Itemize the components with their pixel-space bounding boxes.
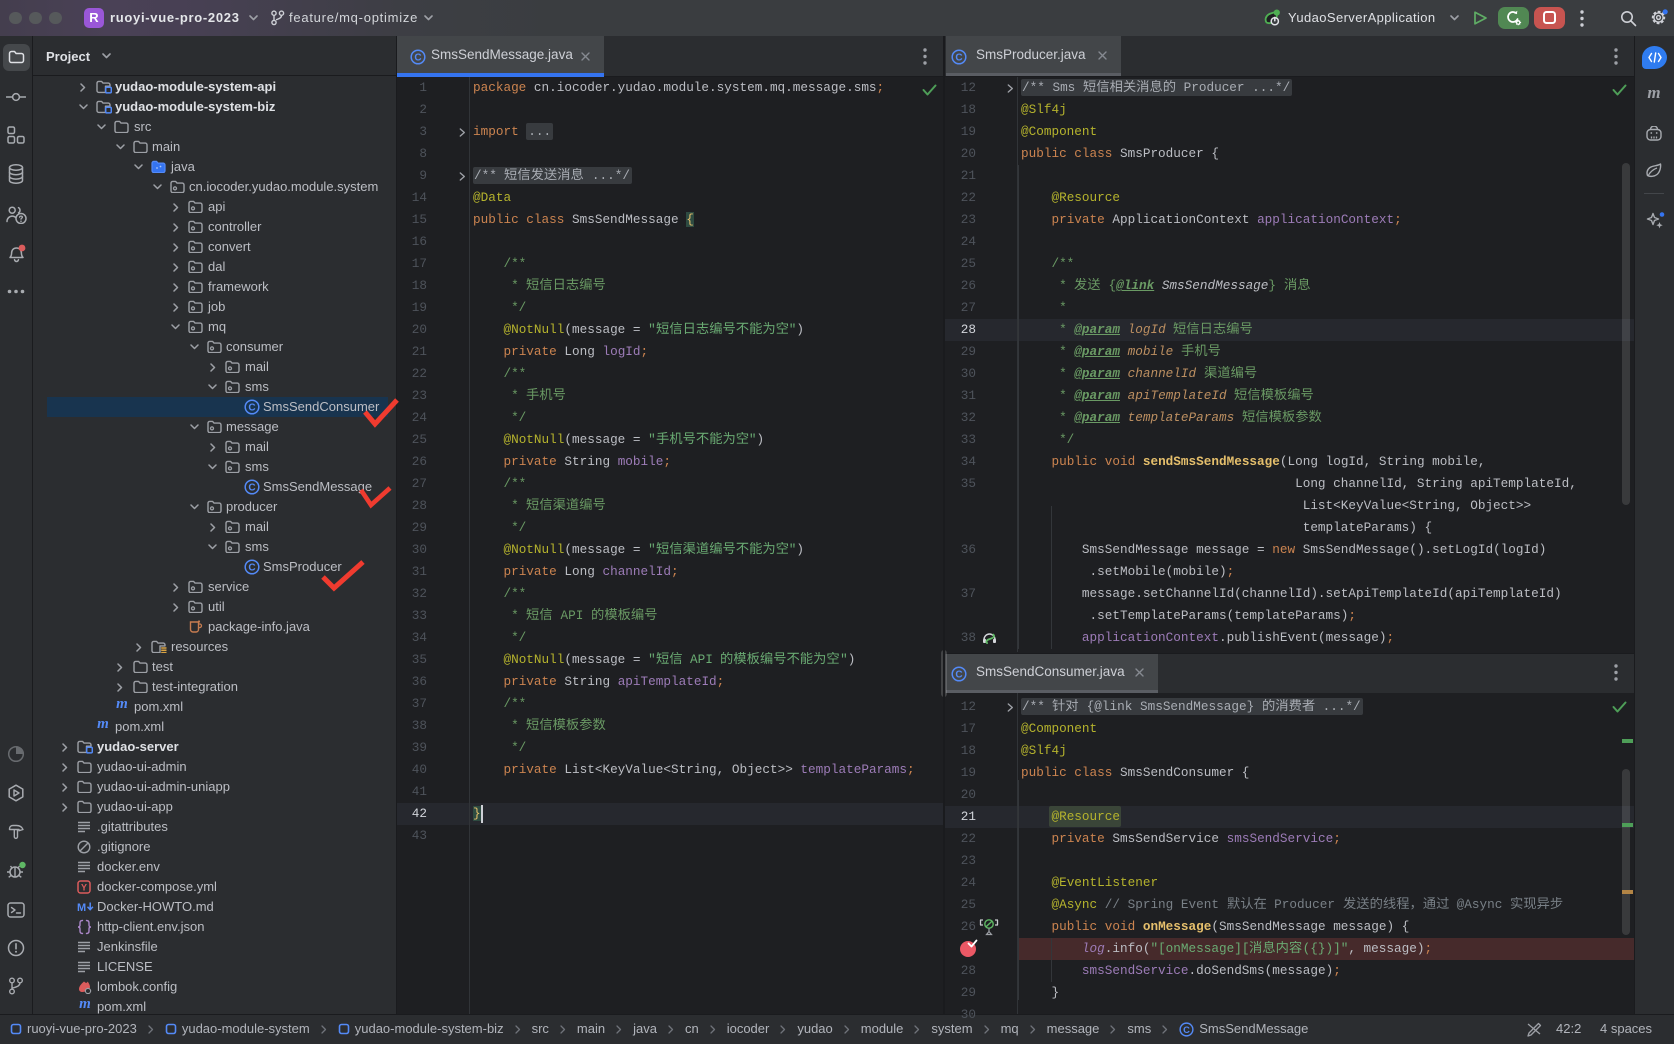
svg-text:C: C [248, 563, 255, 574]
svg-text:C: C [1183, 1024, 1190, 1034]
svg-text:C: C [414, 53, 421, 64]
svg-text:M: M [77, 902, 86, 913]
svg-text:C: C [248, 403, 255, 414]
svg-text:C: C [248, 483, 255, 494]
svg-text:C: C [955, 53, 962, 64]
svg-text:Y: Y [81, 883, 87, 893]
svg-text:C: C [955, 670, 962, 681]
